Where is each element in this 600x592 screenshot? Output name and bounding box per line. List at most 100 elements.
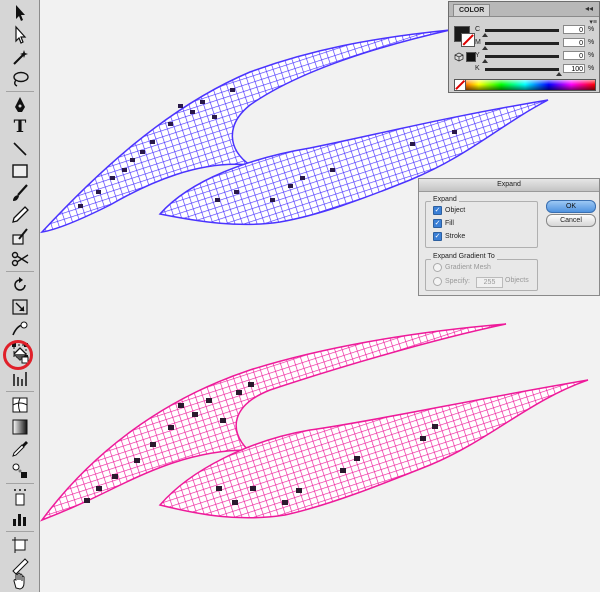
symbol-sprayer-tool[interactable] [8,486,32,508]
cyan-row: C 0 % [475,25,597,37]
type-icon: T [13,117,27,137]
gradient-tool[interactable] [8,416,32,438]
eyedropper-tool[interactable] [8,438,32,460]
cyan-unit: % [588,26,595,33]
scissors-tool[interactable] [8,248,32,270]
pencil-icon [12,206,29,223]
pencil-tool[interactable] [8,204,32,226]
cancel-button[interactable]: Cancel [546,214,596,227]
blob-brush-tool[interactable] [8,226,32,248]
column-graph-icon [13,514,26,526]
magenta-slider-thumb[interactable] [482,46,488,50]
blob-brush-icon [12,228,28,245]
lasso-tool[interactable] [8,68,32,90]
lasso-icon [13,71,29,87]
stroke-check-icon: ✓ [433,232,442,241]
stroke-swatch[interactable] [461,33,475,47]
hand-tool[interactable] [8,570,32,592]
eyedropper-icon [12,441,28,457]
fill-check-icon: ✓ [433,219,442,228]
yellow-unit: % [588,52,595,59]
line-icon [13,142,27,156]
yellow-label: Y [475,52,480,59]
magenta-label: M [475,39,481,46]
black-slider-thumb[interactable] [556,72,562,76]
ok-button[interactable]: OK [546,200,596,213]
cyan-input[interactable]: 0 [563,25,585,34]
black-unit: % [588,65,595,72]
gradient-icon [12,419,28,435]
expand-dialog: Expand Expand ✓ Object ✓ Fill ✓ Stroke E… [418,178,600,296]
stroke-label: Stroke [445,233,466,240]
object-checkbox[interactable]: ✓ Object [433,206,465,215]
color-panel-titlebar[interactable]: COLOR ◂◂ [449,2,599,17]
specify-radio-icon [433,277,442,286]
graph-tool[interactable] [8,368,32,390]
warp-icon [12,321,28,336]
color-spectrum-bar[interactable] [454,79,596,91]
cyan-slider[interactable] [485,29,559,32]
specify-label: Specify: [445,278,470,285]
arrow-icon [16,5,25,21]
objects-label: Objects [505,277,529,284]
black-label: K [475,65,480,72]
yellow-slider-thumb[interactable] [482,59,488,63]
yellow-slider[interactable] [485,55,559,58]
expand-gradient-group-label: Expand Gradient To [431,253,497,260]
object-check-icon: ✓ [433,206,442,215]
mesh-tool[interactable] [8,394,32,416]
hand-icon [13,572,25,590]
object-label: Object [445,207,466,214]
out-of-gamut-cube-icon[interactable] [454,52,464,62]
magenta-slider[interactable] [485,42,559,45]
warp-tool[interactable] [8,318,32,340]
yellow-input[interactable]: 0 [563,51,585,60]
column-graph-tool[interactable] [8,508,32,530]
magenta-row: M 0 % [475,38,597,50]
black-row: K 100 % [475,64,597,76]
magenta-unit: % [588,39,595,46]
specify-radio[interactable]: Specify: [433,277,470,286]
none-color-swatch[interactable] [454,79,466,91]
wand-icon [13,50,28,65]
tools-panel: T [0,0,40,592]
rectangle-tool[interactable] [8,160,32,182]
pen-tool[interactable] [8,94,32,116]
artboard-icon [12,537,28,553]
cyan-slider-thumb[interactable] [482,33,488,37]
rectangle-icon [12,164,28,178]
type-tool[interactable]: T [8,116,32,138]
blend-tool[interactable] [8,460,32,482]
rotate-icon [14,277,26,291]
direct-selection-tool[interactable] [8,24,32,46]
scale-tool[interactable] [8,296,32,318]
blend-icon [12,463,27,478]
color-panel: COLOR ◂◂ ▾≡ C 0 % M 0 % Y 0 % K 100 % [448,1,600,93]
color-tab[interactable]: COLOR [453,4,491,16]
cyan-label: C [475,26,481,33]
pink-mesh-object[interactable] [39,323,589,522]
gradient-mesh-radio[interactable]: Gradient Mesh [433,263,491,272]
stroke-checkbox[interactable]: ✓ Stroke [433,232,465,241]
scissors-icon [11,251,29,267]
fill-checkbox[interactable]: ✓ Fill [433,219,454,228]
specify-objects-input[interactable]: 255 [476,277,503,288]
black-input[interactable]: 100 [563,64,585,73]
expand-group-label: Expand [431,196,459,203]
yellow-row: Y 0 % [475,51,597,63]
magenta-input[interactable]: 0 [563,38,585,47]
artboard-tool[interactable] [8,534,32,556]
graph-icon [13,372,27,386]
selection-tool[interactable] [8,2,32,24]
mesh-icon [12,397,28,413]
dialog-title[interactable]: Expand [419,179,599,192]
paintbrush-tool[interactable] [8,182,32,204]
black-slider[interactable] [485,68,559,71]
rotate-tool[interactable] [8,274,32,296]
line-tool[interactable] [8,138,32,160]
collapse-icon[interactable]: ◂◂ [585,4,593,13]
panel-menu-icon[interactable]: ▾≡ [589,18,597,26]
live-paint-bucket-tool[interactable] [3,340,33,370]
magic-wand-tool[interactable] [8,46,32,68]
fill-label: Fill [445,220,454,227]
